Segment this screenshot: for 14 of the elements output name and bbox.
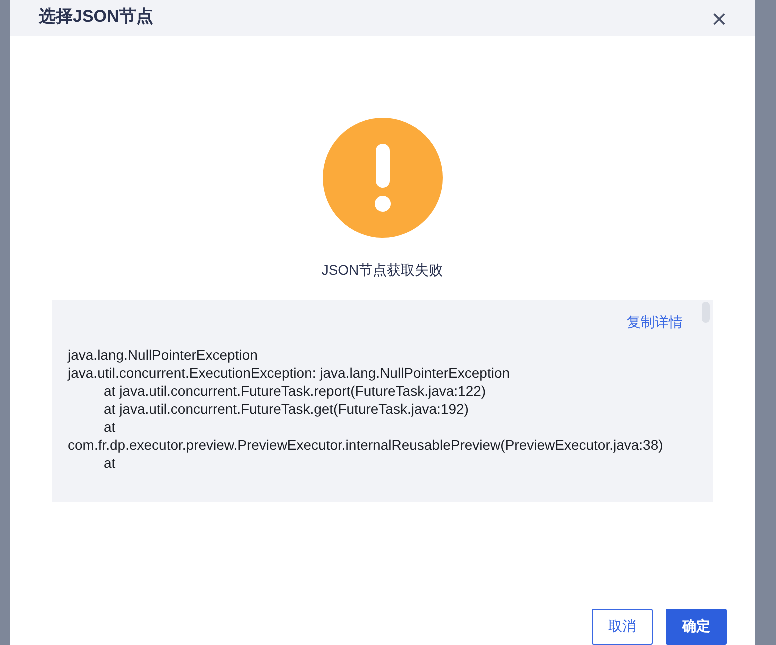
copy-details-link[interactable]: 复制详情 <box>627 314 683 332</box>
stack-trace-line: com.fr.dp.executor.preview.PreviewExecutor.internalReusablePreview(PreviewExecutor.java:38) <box>68 436 664 454</box>
stack-trace-line: at <box>103 418 117 436</box>
stack-trace-line: at java.util.concurrent.FutureTask.report(FutureTask.java:122) <box>103 382 488 400</box>
dialog-title: 选择JSON节点 <box>39 6 154 28</box>
error-message: JSON节点获取失败 <box>322 262 444 280</box>
confirm-button[interactable]: 确定 <box>666 609 727 645</box>
cancel-button[interactable]: 取消 <box>592 609 653 645</box>
stack-trace-line: java.lang.NullPointerException <box>68 346 259 364</box>
warning-icon <box>322 118 442 238</box>
stack-trace-line: at java.util.concurrent.FutureTask.get(FutureTask.java:192) <box>103 400 470 418</box>
stack-trace-line: at <box>103 454 117 472</box>
stack-trace-line: java.util.concurrent.ExecutionException: java.lang.NullPointerException <box>68 364 512 382</box>
close-button[interactable]: × <box>712 6 727 32</box>
